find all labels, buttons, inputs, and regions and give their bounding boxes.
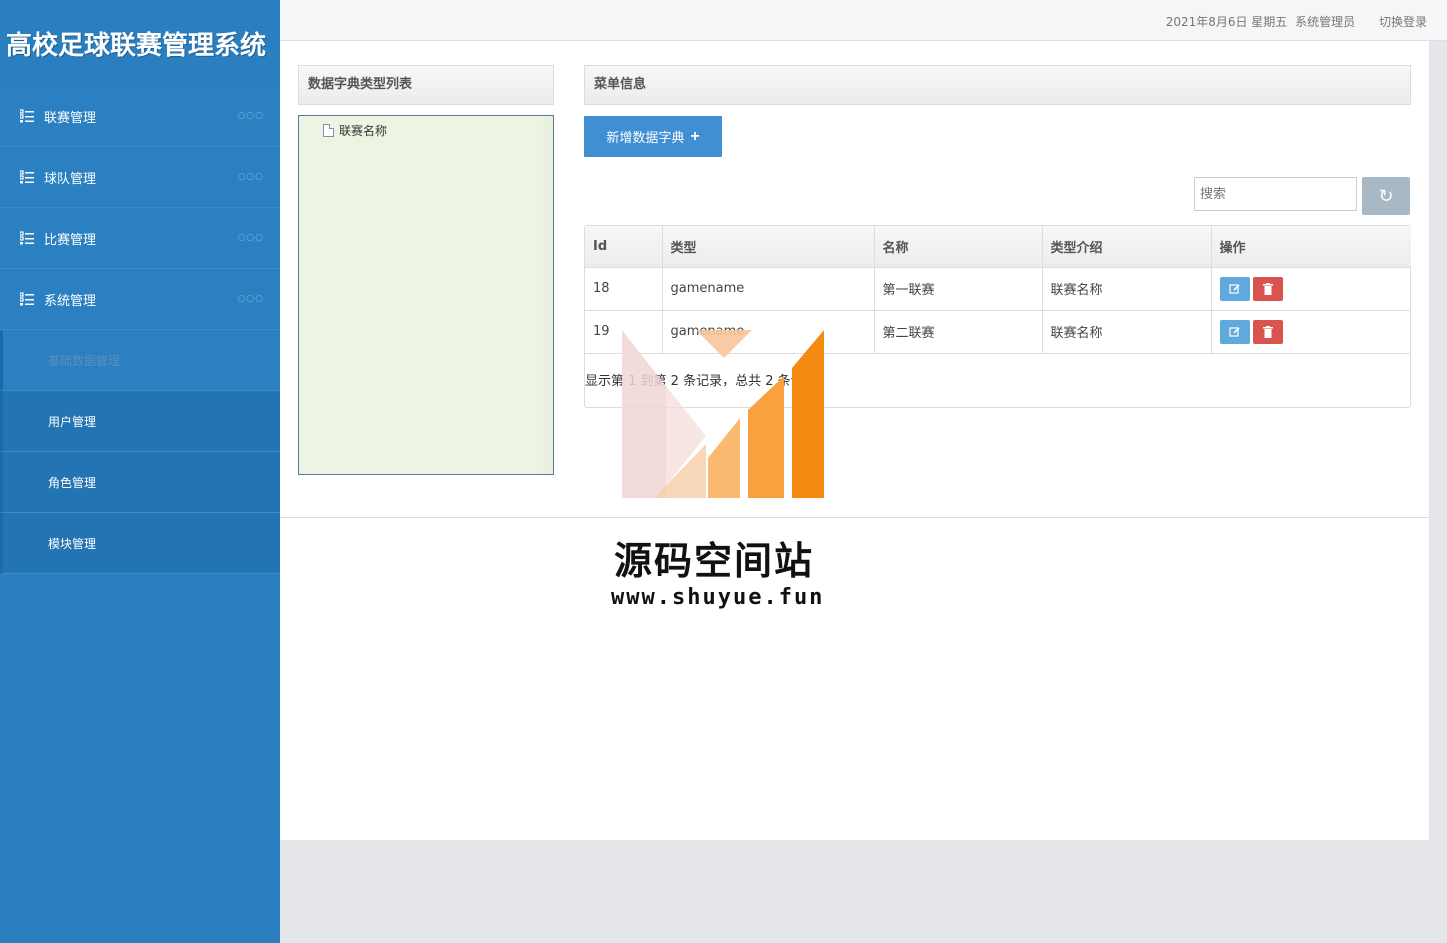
cell-id: 18 (585, 267, 663, 311)
list-icon (20, 292, 34, 306)
tree-node-label: 联赛名称 (339, 124, 388, 138)
cell-type: gamename (662, 267, 875, 311)
tree-scrollbar[interactable] (543, 116, 553, 474)
dict-type-panel-title: 数据字典类型列表 (298, 65, 554, 105)
cell-desc: 联赛名称 (1042, 267, 1212, 311)
main-content: 数据字典类型列表 联赛名称 菜单信息 新增数据字典 + ↻ Id 类型 (280, 41, 1429, 840)
app-title: 高校足球联赛管理系统 (6, 30, 267, 61)
list-icon (20, 170, 34, 184)
col-desc[interactable]: 类型介绍 (1042, 226, 1212, 268)
cell-name: 第一联赛 (874, 267, 1043, 311)
menu-team[interactable]: 球队管理 ○○○ (0, 147, 280, 208)
trash-icon (1262, 325, 1273, 338)
dict-table: Id 类型 名称 类型介绍 操作 18 gamename 第一联赛 联赛名称 1… (584, 225, 1411, 408)
tree-node[interactable]: 联赛名称 (323, 122, 387, 139)
menu-league[interactable]: 联赛管理 ○○○ (0, 86, 280, 147)
cell-actions (1211, 267, 1411, 311)
dots-icon: ○○○ (237, 111, 264, 121)
cell-type: gamename (662, 310, 875, 354)
cell-id: 19 (585, 310, 663, 354)
menu-info-panel-title: 菜单信息 (584, 65, 1411, 105)
pagination-info: 显示第 1 到第 2 条记录，总共 2 条记录 (585, 374, 817, 389)
top-bar: 2021年8月6日 星期五 系统管理员 切换登录 (280, 0, 1447, 41)
dict-type-tree: 联赛名称 (298, 115, 554, 475)
edit-icon (1228, 283, 1240, 294)
current-date: 2021年8月6日 星期五 (1165, 15, 1288, 29)
search-input[interactable] (1194, 177, 1357, 211)
edit-button[interactable] (1219, 276, 1250, 301)
menu-match[interactable]: 比赛管理 ○○○ (0, 208, 280, 269)
switch-login-link[interactable]: 切换登录 (1379, 15, 1427, 29)
trash-icon (1262, 282, 1273, 295)
document-icon (323, 124, 334, 137)
current-user: 系统管理员 (1295, 15, 1356, 29)
delete-button[interactable] (1252, 319, 1283, 344)
add-dict-label: 新增数据字典 (606, 130, 685, 145)
delete-button[interactable] (1252, 276, 1283, 301)
table-row: 18 gamename 第一联赛 联赛名称 (585, 267, 1411, 311)
table-header-row: Id 类型 名称 类型介绍 操作 (585, 226, 1411, 268)
table-row: 19 gamename 第二联赛 联赛名称 (585, 310, 1411, 354)
plus-icon: + (690, 127, 700, 145)
dots-icon: ○○○ (237, 294, 264, 304)
menu-system[interactable]: 系统管理 ○○○ (0, 269, 280, 330)
col-id[interactable]: Id (585, 226, 663, 268)
content-card: 数据字典类型列表 联赛名称 菜单信息 新增数据字典 + ↻ Id 类型 (280, 41, 1429, 518)
edit-button[interactable] (1219, 319, 1250, 344)
watermark-url: www.shuyue.fun (611, 585, 825, 610)
list-icon (20, 231, 34, 245)
col-type[interactable]: 类型 (662, 226, 875, 268)
footer-area (280, 840, 1447, 943)
submenu-users[interactable]: 用户管理 (0, 391, 280, 452)
right-gutter (1429, 41, 1447, 840)
app-logo: 高校足球联赛管理系统 (0, 0, 280, 86)
watermark-title: 源码空间站 (614, 539, 815, 583)
col-actions: 操作 (1211, 226, 1411, 268)
cell-actions (1211, 310, 1411, 354)
dots-icon: ○○○ (237, 172, 264, 182)
list-icon (20, 109, 34, 123)
menu-label: 系统管理 (44, 293, 97, 309)
add-dict-button[interactable]: 新增数据字典 + (584, 116, 722, 157)
cell-name: 第二联赛 (874, 310, 1043, 354)
menu-label: 比赛管理 (44, 232, 97, 248)
submenu-base-data[interactable]: 基础数据管理 (0, 330, 280, 391)
submenu-roles[interactable]: 角色管理 (0, 452, 280, 513)
user-info: 2021年8月6日 星期五 系统管理员 切换登录 (1162, 13, 1427, 30)
edit-icon (1228, 326, 1240, 337)
col-name[interactable]: 名称 (874, 226, 1043, 268)
menu-label: 球队管理 (44, 171, 97, 187)
refresh-button[interactable]: ↻ (1362, 177, 1410, 215)
sidebar: 高校足球联赛管理系统 联赛管理 ○○○ 球队管理 ○○○ 比赛管理 ○○○ 系统… (0, 0, 280, 943)
menu-label: 联赛管理 (44, 110, 97, 126)
cell-desc: 联赛名称 (1042, 310, 1212, 354)
refresh-icon: ↻ (1378, 185, 1394, 206)
submenu-modules[interactable]: 模块管理 (0, 513, 280, 574)
dots-icon: ○○○ (237, 233, 264, 243)
